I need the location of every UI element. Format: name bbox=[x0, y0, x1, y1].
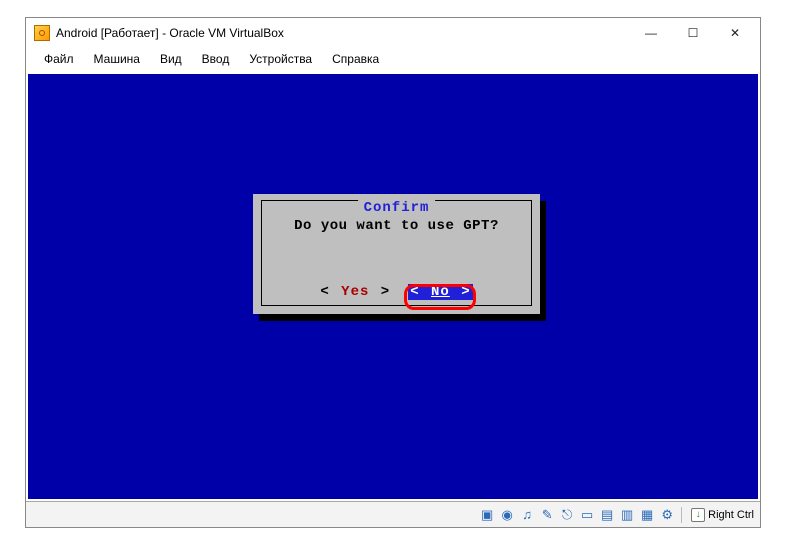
confirm-dialog: Confirm Do you want to use GPT? < Yes > … bbox=[253, 194, 540, 314]
menu-machine[interactable]: Машина bbox=[86, 50, 148, 68]
audio-icon[interactable]: ♫ bbox=[518, 506, 536, 524]
hdd-icon[interactable]: ▣ bbox=[478, 506, 496, 524]
menu-devices[interactable]: Устройства bbox=[241, 50, 320, 68]
optical-icon[interactable]: ◉ bbox=[498, 506, 516, 524]
shared-folders-icon[interactable]: ▭ bbox=[578, 506, 596, 524]
menubar: Файл Машина Вид Ввод Устройства Справка bbox=[26, 48, 760, 70]
hostkey-label: Right Ctrl bbox=[708, 509, 754, 521]
dialog-message: Do you want to use GPT? bbox=[253, 218, 540, 234]
yes-button[interactable]: < Yes > bbox=[320, 284, 390, 300]
statusbar: ▣ ◉ ♫ ✎ ⎋ ▭ ▤ ▥ ▦ ⚙ ↓ Right Ctrl bbox=[26, 501, 760, 527]
yes-label: Yes bbox=[341, 284, 369, 300]
menu-input[interactable]: Ввод bbox=[194, 50, 238, 68]
separator bbox=[681, 507, 682, 523]
menu-file[interactable]: Файл bbox=[36, 50, 82, 68]
hostkey-arrow-icon: ↓ bbox=[691, 508, 705, 522]
maximize-button[interactable]: ☐ bbox=[672, 19, 714, 47]
minimize-button[interactable]: — bbox=[630, 19, 672, 47]
dialog-title: Confirm bbox=[358, 200, 436, 216]
host-key-indicator[interactable]: ↓ Right Ctrl bbox=[691, 508, 754, 522]
menu-help[interactable]: Справка bbox=[324, 50, 387, 68]
recording-icon[interactable]: ▥ bbox=[618, 506, 636, 524]
usb-icon[interactable]: ⎋ bbox=[558, 506, 576, 524]
close-button[interactable]: ✕ bbox=[714, 19, 756, 47]
display-icon[interactable]: ▤ bbox=[598, 506, 616, 524]
no-label: No bbox=[431, 284, 450, 300]
dialog-buttons: < Yes > < No > bbox=[253, 284, 540, 300]
settings-icon[interactable]: ⚙ bbox=[658, 506, 676, 524]
no-button[interactable]: < No > bbox=[408, 284, 472, 300]
vm-display[interactable]: Confirm Do you want to use GPT? < Yes > … bbox=[28, 74, 758, 499]
titlebar: Android [Работает] - Oracle VM VirtualBo… bbox=[26, 18, 760, 48]
cpu-icon[interactable]: ▦ bbox=[638, 506, 656, 524]
menu-view[interactable]: Вид bbox=[152, 50, 190, 68]
window-title: Android [Работает] - Oracle VM VirtualBo… bbox=[56, 26, 630, 40]
network-icon[interactable]: ✎ bbox=[538, 506, 556, 524]
app-icon bbox=[34, 25, 50, 41]
